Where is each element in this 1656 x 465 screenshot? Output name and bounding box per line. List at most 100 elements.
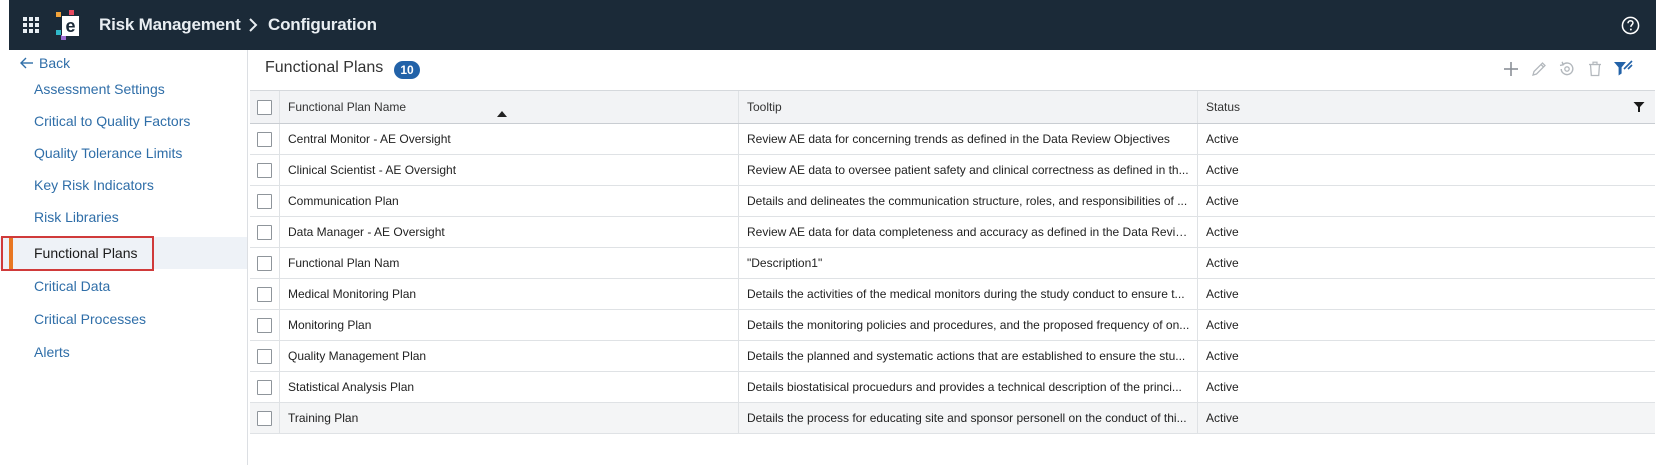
select-all-checkbox[interactable]	[257, 99, 272, 115]
tooltip-text: Review AE data to oversee patient safety…	[747, 163, 1189, 177]
sidebar-item-label: Critical Processes	[34, 311, 147, 327]
table-row[interactable]: Training Plan Details the process for ed…	[250, 403, 1655, 434]
sidebar: Back Assessment Settings Critical to Qua…	[0, 50, 248, 465]
plan-name-cell: Statistical Analysis Plan	[280, 372, 739, 402]
row-select-cell	[250, 186, 280, 216]
sort-ascending-icon[interactable]	[497, 111, 507, 117]
row-checkbox[interactable]	[257, 286, 272, 302]
table-row[interactable]: Statistical Analysis Plan Details biosta…	[250, 372, 1655, 403]
sidebar-item-label: Alerts	[34, 344, 70, 360]
main-content: Functional Plans 10 Functional Plan Name…	[249, 50, 1656, 465]
row-checkbox[interactable]	[257, 317, 272, 333]
breadcrumb-current-page: Configuration	[268, 15, 377, 34]
delete-icon	[1589, 61, 1601, 77]
column-header-tooltip[interactable]: Tooltip	[739, 91, 1198, 123]
tooltip-text: Details the activities of the medical mo…	[747, 287, 1185, 301]
status-cell: Active	[1206, 349, 1239, 363]
row-select-cell	[250, 372, 280, 402]
tooltip-cell: Details and delineates the communication…	[739, 186, 1198, 216]
restore-button[interactable]	[1557, 59, 1577, 79]
edit-button[interactable]	[1529, 59, 1549, 79]
column-header-status[interactable]: Status	[1198, 91, 1655, 123]
apps-grid-icon[interactable]	[23, 17, 39, 33]
row-select-cell	[250, 248, 280, 278]
tooltip-cell: Details the planned and systematic actio…	[739, 341, 1198, 371]
sidebar-item-label: Risk Libraries	[34, 209, 119, 225]
plan-name-cell: Training Plan	[280, 403, 739, 433]
status-cell: Active	[1206, 256, 1239, 270]
plan-name-cell: Monitoring Plan	[280, 310, 739, 340]
status-cell: Active	[1206, 225, 1239, 239]
table-row[interactable]: Clinical Scientist - AE Oversight Review…	[250, 155, 1655, 186]
row-checkbox[interactable]	[257, 131, 272, 147]
row-checkbox[interactable]	[257, 162, 272, 178]
table-row[interactable]: Quality Management Plan Details the plan…	[250, 341, 1655, 372]
tooltip-cell: Details the monitoring policies and proc…	[739, 310, 1198, 340]
add-icon	[1504, 62, 1518, 76]
tooltip-text: Details and delineates the communication…	[747, 194, 1188, 208]
table-row[interactable]: Medical Monitoring Plan Details the acti…	[250, 279, 1655, 310]
table-row[interactable]: Functional Plan Nam "Description1" Activ…	[250, 248, 1655, 279]
tooltip-cell: "Description1"	[739, 248, 1198, 278]
plan-name-cell: Quality Management Plan	[280, 341, 739, 371]
row-checkbox[interactable]	[257, 255, 272, 271]
table-row[interactable]: Communication Plan Details and delineate…	[250, 186, 1655, 217]
row-checkbox[interactable]	[257, 379, 272, 395]
sidebar-item-label: Assessment Settings	[34, 81, 165, 97]
count-badge: 10	[394, 61, 420, 79]
status-cell: Active	[1206, 380, 1239, 394]
delete-button[interactable]	[1585, 59, 1605, 79]
tooltip-text: "Description1"	[747, 256, 823, 270]
row-select-cell	[250, 341, 280, 371]
table-row[interactable]: Data Manager - AE Oversight Review AE da…	[250, 217, 1655, 248]
sidebar-item-assessment-settings[interactable]: Assessment Settings	[0, 73, 247, 105]
column-header-name[interactable]: Functional Plan Name	[280, 91, 739, 123]
status-cell: Active	[1206, 132, 1239, 146]
top-bar: e Risk Management Configuration	[0, 0, 1656, 50]
plan-name-cell: Functional Plan Nam	[280, 248, 739, 278]
row-select-cell	[250, 279, 280, 309]
edit-icon	[1532, 62, 1546, 76]
tooltip-cell: Review AE data to oversee patient safety…	[739, 155, 1198, 185]
plan-name-cell: Central Monitor - AE Oversight	[280, 124, 739, 154]
app-title[interactable]: Risk Management	[99, 15, 241, 35]
tooltip-text: Details the planned and systematic actio…	[747, 349, 1186, 363]
filter-toggle-button[interactable]	[1613, 59, 1633, 79]
functional-plans-table: Functional Plan Name Tooltip Status Cent…	[250, 90, 1655, 434]
sidebar-item-key-risk-indicators[interactable]: Key Risk Indicators	[0, 169, 247, 201]
back-link[interactable]: Back	[20, 54, 70, 72]
sidebar-item-critical-processes[interactable]: Critical Processes	[0, 303, 247, 335]
column-header-label: Tooltip	[747, 100, 782, 114]
left-edge-strip	[0, 0, 9, 50]
back-label: Back	[39, 55, 71, 71]
column-header-label: Functional Plan Name	[288, 100, 407, 114]
row-select-cell	[250, 403, 280, 433]
sidebar-item-functional-plans[interactable]: Functional Plans	[0, 237, 247, 269]
plan-name-cell: Communication Plan	[280, 186, 739, 216]
sidebar-item-risk-libraries[interactable]: Risk Libraries	[0, 201, 247, 233]
row-checkbox[interactable]	[257, 224, 272, 240]
add-button[interactable]	[1501, 59, 1521, 79]
arrow-left-icon	[20, 57, 33, 69]
table-row[interactable]: Central Monitor - AE Oversight Review AE…	[250, 124, 1655, 155]
app-logo[interactable]: e	[56, 10, 82, 40]
sidebar-item-critical-to-quality-factors[interactable]: Critical to Quality Factors	[0, 105, 247, 137]
row-checkbox[interactable]	[257, 410, 272, 426]
tooltip-cell: Review AE data for data completeness and…	[739, 217, 1198, 247]
table-header: Functional Plan Name Tooltip Status	[250, 90, 1655, 124]
select-all-cell	[250, 91, 280, 123]
table-row[interactable]: Monitoring Plan Details the monitoring p…	[250, 310, 1655, 341]
row-select-cell	[250, 155, 280, 185]
column-filter-icon[interactable]	[1633, 101, 1645, 113]
sidebar-item-critical-data[interactable]: Critical Data	[0, 270, 247, 302]
status-cell: Active	[1206, 163, 1239, 177]
row-checkbox[interactable]	[257, 193, 272, 209]
tooltip-text: Details the monitoring policies and proc…	[747, 318, 1190, 332]
tooltip-cell: Review AE data for concerning trends as …	[739, 124, 1198, 154]
sidebar-item-quality-tolerance-limits[interactable]: Quality Tolerance Limits	[0, 137, 247, 169]
sidebar-item-alerts[interactable]: Alerts	[0, 336, 247, 368]
sidebar-item-label: Quality Tolerance Limits	[34, 145, 183, 161]
row-checkbox[interactable]	[257, 348, 272, 364]
help-icon[interactable]	[1621, 16, 1640, 35]
row-select-cell	[250, 217, 280, 247]
